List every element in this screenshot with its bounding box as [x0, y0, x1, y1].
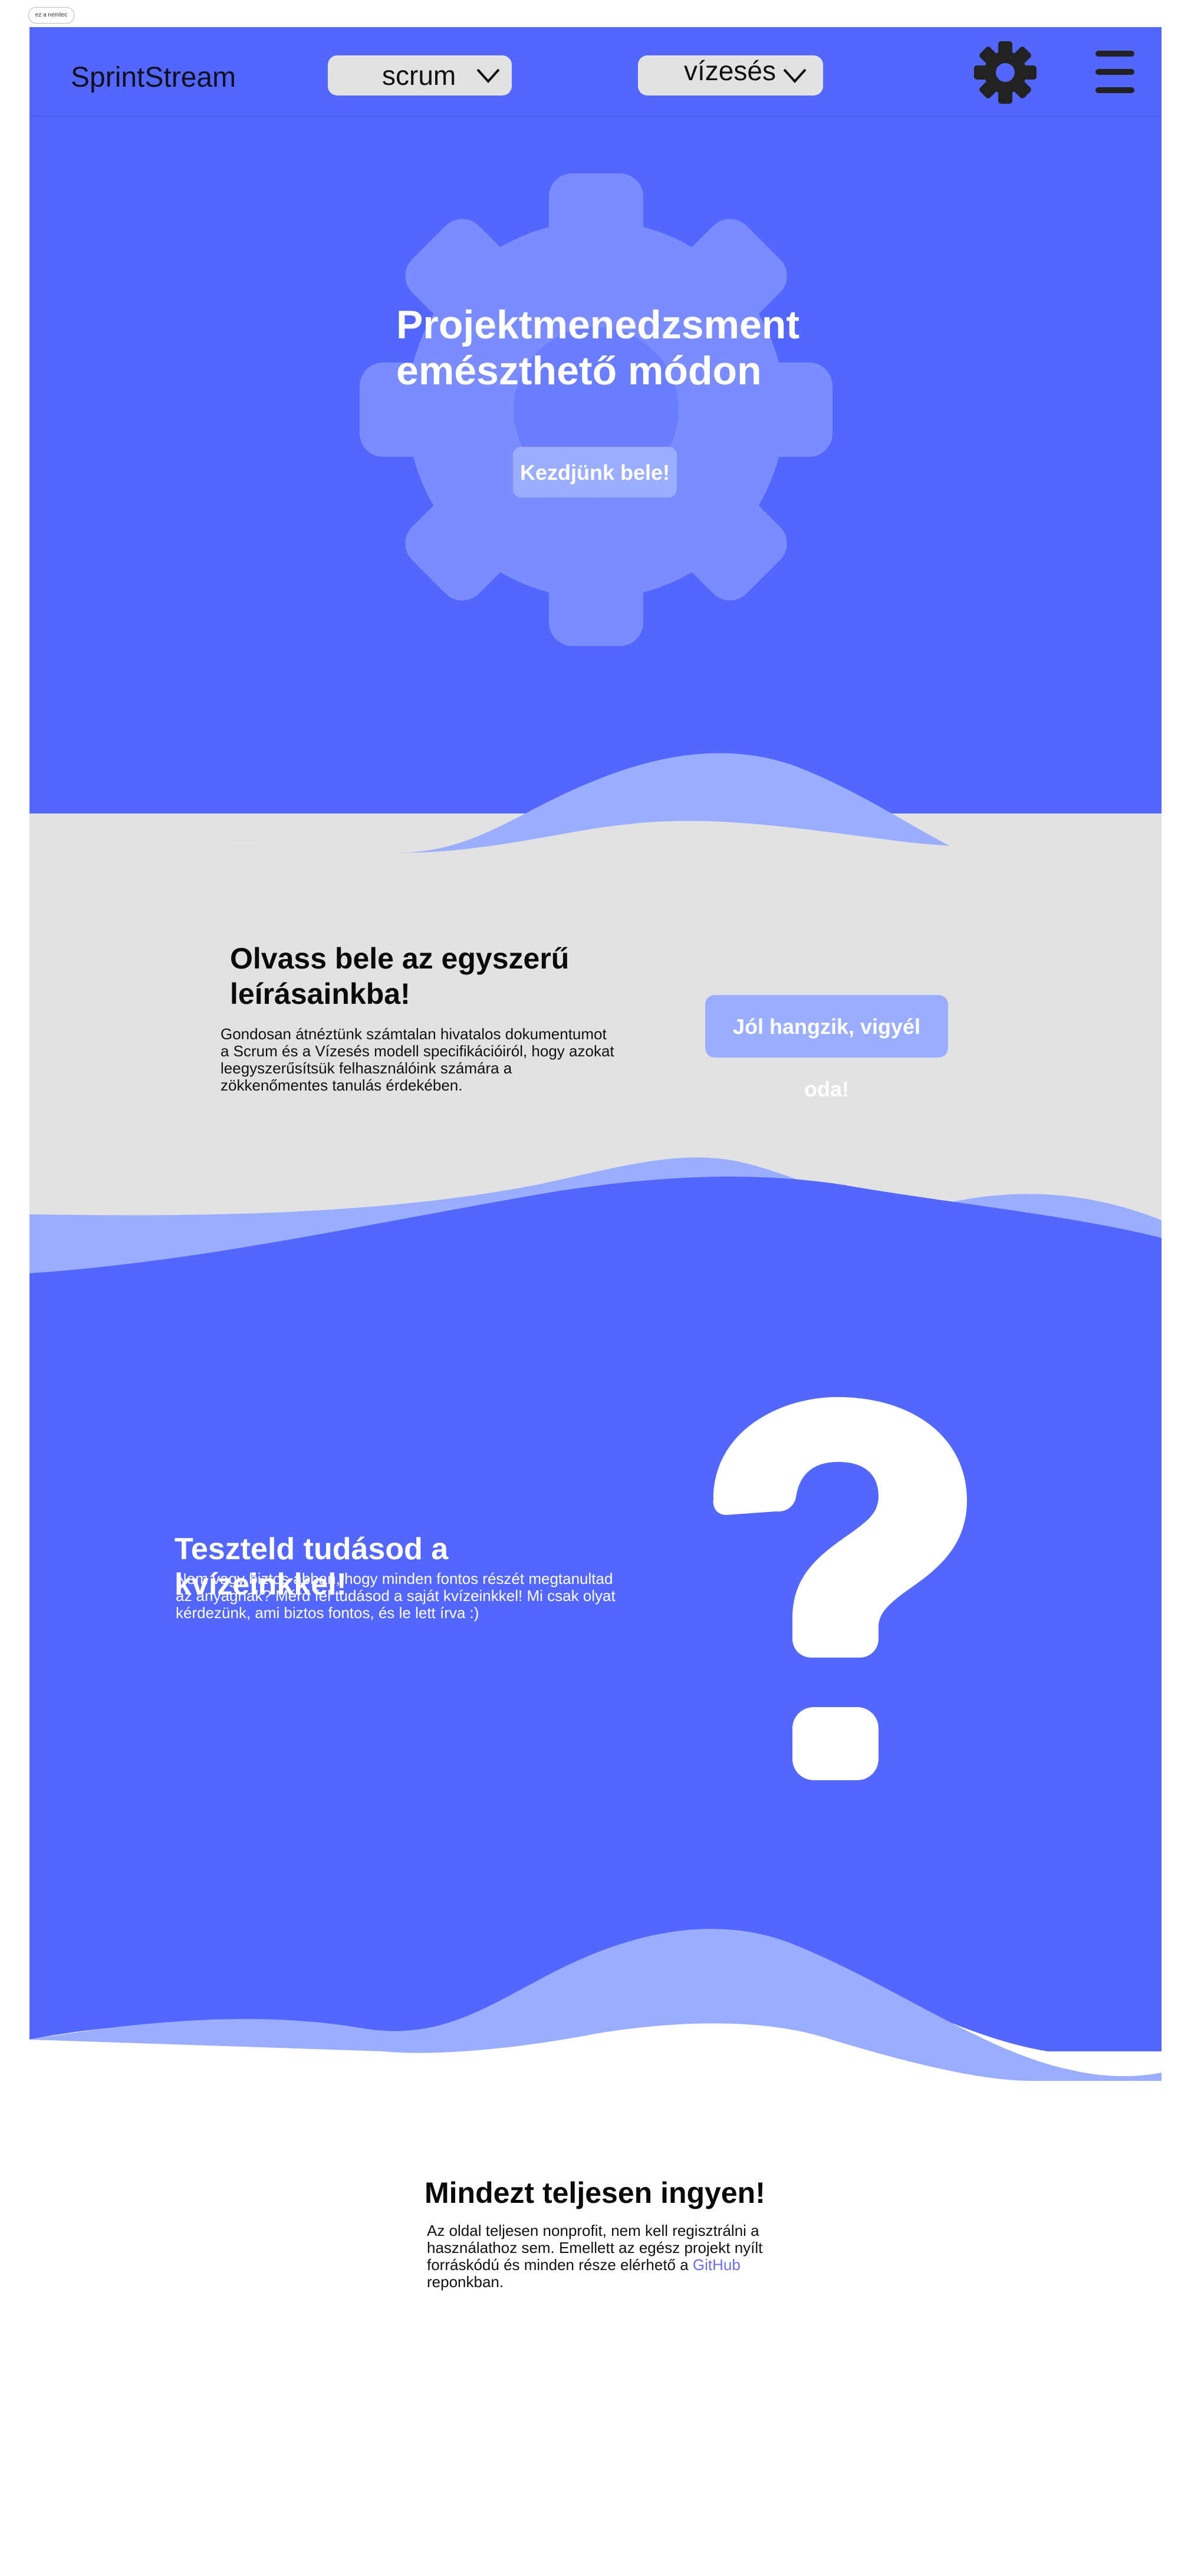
question-mark-icon	[713, 1397, 967, 1780]
hero-title: Projektmenedzsment emészthető módon	[396, 302, 844, 394]
scrum-dropdown[interactable]: scrum	[328, 55, 512, 95]
free-section-text: Az oldal teljesen nonprofit, nem kell re…	[427, 2222, 781, 2291]
read-cta-button[interactable]: Jól hangzik, vigyél oda!	[705, 995, 948, 1101]
quiz-section-text: Nem vagy biztos abban, hogy minden fonto…	[176, 1570, 616, 1622]
github-link[interactable]: GitHub	[693, 2256, 741, 2274]
read-section-title: Olvass bele az egyszerű leírásainkba!	[230, 942, 570, 1010]
wave-divider-1	[29, 753, 1162, 902]
hero-gear-icon	[360, 173, 833, 646]
free-text-after-link: reponkban.	[427, 2273, 504, 2291]
chevron-down-icon	[783, 68, 807, 83]
free-section-title: Mindezt teljesen ingyen!	[425, 2176, 765, 2209]
hamburger-icon[interactable]	[1095, 50, 1134, 94]
scrum-dropdown-label: scrum	[382, 60, 456, 91]
get-started-button[interactable]: Kezdjünk bele!	[513, 447, 677, 498]
vizeses-dropdown-label: vízesés	[684, 55, 776, 86]
wave-divider-2	[29, 1157, 1162, 1285]
hero-title-line-1: Projektmenedzsment	[396, 302, 800, 347]
read-section-text: Gondosan átnéztünk számtalan hivatalos d…	[221, 1025, 614, 1094]
vizeses-dropdown[interactable]: vízesés	[638, 55, 823, 95]
hero-title-line-2: emészthető módon	[396, 348, 762, 393]
brand-logo-text[interactable]: SprintStream	[71, 61, 236, 94]
gear-icon[interactable]	[974, 41, 1037, 104]
wave-divider-3	[29, 1929, 1162, 2081]
chevron-down-icon	[476, 68, 500, 83]
top-small-button[interactable]: ez a nemtec	[28, 7, 74, 24]
